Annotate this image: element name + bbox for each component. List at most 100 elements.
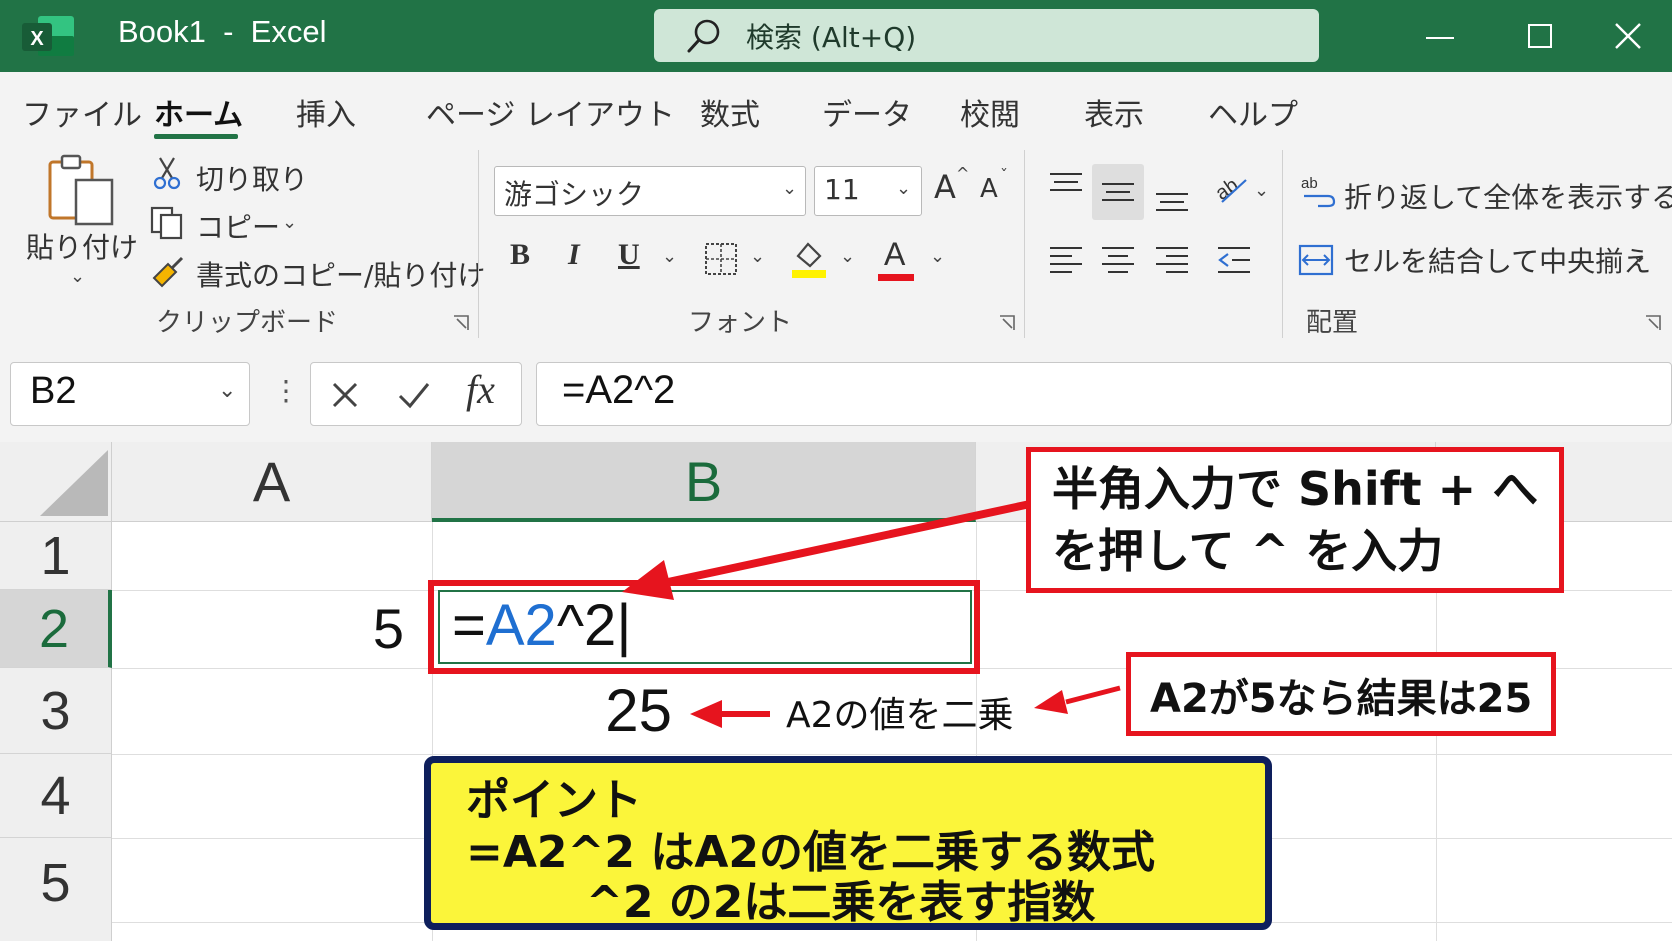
formula-value: =A2^2 bbox=[562, 368, 676, 412]
font-color-dropdown-icon[interactable]: ⌄ bbox=[930, 246, 945, 267]
active-tab-indicator bbox=[154, 134, 238, 139]
align-top-icon[interactable] bbox=[1046, 168, 1086, 204]
text-cursor: | bbox=[616, 593, 632, 658]
ribbon-divider bbox=[478, 150, 479, 338]
ribbon-divider bbox=[1024, 150, 1025, 338]
tab-file[interactable]: ファイル bbox=[22, 90, 142, 134]
borders-dropdown-icon[interactable]: ⌄ bbox=[750, 246, 765, 267]
shrink-font-caret-icon: ˇ bbox=[1000, 166, 1008, 185]
copy-dropdown-icon[interactable]: ⌄ bbox=[282, 212, 297, 233]
gridline bbox=[112, 754, 1672, 755]
svg-text:ab: ab bbox=[1301, 175, 1318, 192]
formula-input[interactable] bbox=[536, 362, 1672, 426]
borders-icon[interactable] bbox=[704, 242, 738, 276]
cut-button[interactable]: 切り取り bbox=[196, 158, 308, 198]
format-painter-button[interactable]: 書式のコピー/貼り付け bbox=[196, 254, 485, 294]
row-header-1[interactable]: 1 bbox=[0, 522, 112, 590]
italic-button[interactable]: I bbox=[568, 238, 580, 272]
wrap-text-button[interactable]: 折り返して全体を表示する bbox=[1344, 176, 1672, 216]
merge-center-button[interactable]: セルを結合して中央揃え bbox=[1344, 240, 1651, 280]
shrink-font-button[interactable]: A bbox=[980, 174, 998, 204]
select-all-triangle-icon bbox=[40, 450, 108, 516]
font-size-dropdown-icon[interactable]: ⌄ bbox=[896, 178, 911, 199]
grow-font-button[interactable]: A bbox=[934, 168, 956, 206]
maximize-icon[interactable] bbox=[1518, 14, 1562, 58]
merge-center-icon[interactable] bbox=[1298, 242, 1334, 278]
underline-dropdown-icon[interactable]: ⌄ bbox=[662, 246, 677, 267]
fill-color-icon[interactable] bbox=[790, 238, 828, 280]
align-bottom-icon[interactable] bbox=[1152, 180, 1192, 216]
tab-review[interactable]: 校閲 bbox=[960, 90, 1020, 134]
align-left-icon[interactable] bbox=[1046, 242, 1086, 278]
insert-function-button[interactable]: fx bbox=[466, 366, 495, 413]
paste-icon[interactable] bbox=[46, 152, 118, 228]
point-line2: ^2 の2は二乗を表す指数 bbox=[586, 877, 1096, 928]
tab-formulas[interactable]: 数式 bbox=[700, 90, 760, 134]
row-header-4[interactable]: 4 bbox=[0, 754, 112, 838]
tab-view[interactable]: 表示 bbox=[1084, 90, 1144, 134]
font-group-label: フォント bbox=[688, 308, 793, 338]
orientation-icon[interactable]: ab bbox=[1212, 172, 1252, 208]
tab-page-layout[interactable]: ページ レイアウト bbox=[426, 90, 675, 134]
formula-cell-ref: A2 bbox=[485, 593, 557, 658]
window-title: Book1 - Excel bbox=[118, 14, 327, 49]
formula-equals: = bbox=[452, 593, 486, 658]
grow-font-caret-icon: ^ bbox=[956, 164, 970, 183]
excel-logo-letter: X bbox=[30, 28, 44, 50]
cell-b3[interactable]: 25 bbox=[432, 668, 672, 754]
search-icon bbox=[687, 19, 720, 53]
name-box-value: B2 bbox=[30, 370, 77, 412]
font-color-swatch bbox=[878, 274, 914, 281]
format-painter-icon[interactable] bbox=[150, 256, 186, 292]
row-header-2[interactable]: 2 bbox=[0, 590, 112, 668]
underline-button[interactable]: U bbox=[618, 238, 640, 272]
formula-exponent: ^2 bbox=[556, 593, 617, 658]
clipboard-launcher-icon[interactable] bbox=[452, 314, 470, 332]
excel-logo-icon: X bbox=[22, 16, 74, 56]
font-name-dropdown-icon[interactable]: ⌄ bbox=[782, 178, 797, 199]
tab-home[interactable]: ホーム bbox=[154, 90, 243, 134]
paste-dropdown-icon[interactable]: ⌄ bbox=[70, 266, 85, 287]
font-launcher-icon[interactable] bbox=[998, 314, 1016, 332]
close-icon[interactable] bbox=[1606, 14, 1650, 58]
copy-button[interactable]: コピー bbox=[196, 206, 280, 246]
label-square-text: A2の値を二乗 bbox=[786, 695, 1014, 736]
row-header-5[interactable]: 5 bbox=[0, 838, 112, 941]
column-header-a[interactable]: A bbox=[112, 442, 432, 522]
fill-color-dropdown-icon[interactable]: ⌄ bbox=[840, 246, 855, 267]
callout-shift-caret-line1: 半角入力で Shift + へ bbox=[1052, 462, 1539, 516]
scissors-icon[interactable] bbox=[152, 156, 182, 190]
copy-icon[interactable] bbox=[150, 206, 184, 240]
merge-center-dropdown-icon[interactable]: ⌄ bbox=[1632, 246, 1647, 267]
tab-data[interactable]: データ bbox=[822, 90, 912, 134]
font-name-value: 游ゴシック bbox=[504, 178, 645, 211]
alignment-group-label: 配置 bbox=[1306, 308, 1359, 338]
bold-button[interactable]: B bbox=[510, 238, 530, 272]
paste-label[interactable]: 貼り付け bbox=[26, 226, 138, 266]
ribbon-divider bbox=[1282, 150, 1283, 338]
enter-check-icon[interactable] bbox=[396, 378, 432, 412]
wrap-text-icon[interactable]: ab bbox=[1300, 172, 1336, 208]
align-middle-icon[interactable] bbox=[1098, 176, 1138, 212]
clipboard-group-label: クリップボード bbox=[156, 308, 339, 338]
column-header-b[interactable]: B bbox=[432, 442, 976, 522]
tab-help[interactable]: ヘルプ bbox=[1208, 90, 1298, 134]
callout-shift-caret-line2: を押して ^ を入力 bbox=[1052, 524, 1444, 578]
cell-a2[interactable]: 5 bbox=[112, 590, 404, 668]
font-size-value: 11 bbox=[824, 173, 860, 206]
orientation-dropdown-icon[interactable]: ⌄ bbox=[1254, 180, 1269, 201]
align-right-icon[interactable] bbox=[1152, 242, 1192, 278]
callout-result-text: A2が5なら結果は25 bbox=[1150, 676, 1533, 722]
cell-b2-formula: =A2^2| bbox=[452, 592, 631, 659]
align-center-icon[interactable] bbox=[1098, 242, 1138, 278]
decrease-indent-icon[interactable] bbox=[1214, 242, 1254, 278]
name-box-dropdown-icon[interactable]: ⌄ bbox=[218, 378, 236, 403]
search-placeholder: 検索 (Alt+Q) bbox=[746, 21, 917, 54]
tab-insert[interactable]: 挿入 bbox=[296, 90, 356, 134]
font-color-button[interactable]: A bbox=[884, 236, 905, 273]
minimize-icon[interactable] bbox=[1418, 14, 1462, 58]
more-options-icon[interactable]: ⋮ bbox=[272, 374, 300, 407]
row-header-3[interactable]: 3 bbox=[0, 668, 112, 754]
alignment-launcher-icon[interactable] bbox=[1644, 314, 1662, 332]
cancel-icon[interactable] bbox=[328, 378, 362, 412]
